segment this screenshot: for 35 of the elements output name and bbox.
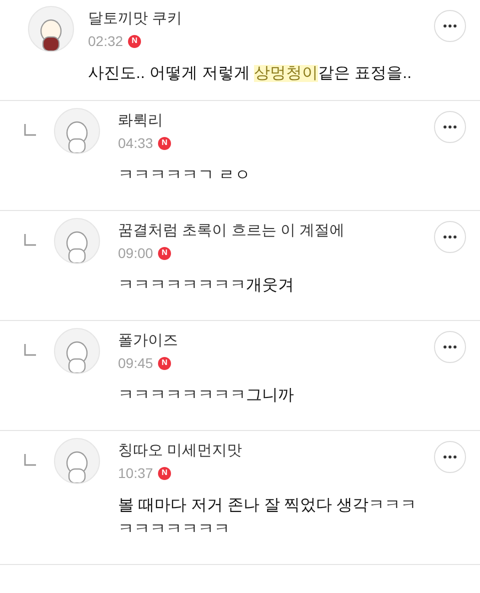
author-name[interactable]: 칭따오 미세먼지맛 [118,440,430,462]
avatar [54,438,100,484]
new-badge: N [128,34,142,48]
new-badge: N [158,246,172,260]
avatar [54,108,100,154]
more-icon [443,345,457,349]
comment-text: ㅋㅋㅋㅋㅋㅋㅋㅋ개웃겨 [118,276,295,296]
comment-time: 02:32 [88,32,124,50]
new-badge: N [158,466,172,480]
avatar [54,218,100,264]
author-name[interactable]: 폴가이즈 [118,330,430,352]
more-icon [443,235,457,239]
comment-time: 09:45 [118,354,154,372]
more-options-button[interactable] [434,10,466,42]
more-icon [443,24,457,28]
comment-time: 10:37 [118,464,154,482]
avatar [54,328,100,374]
more-options-button[interactable] [434,441,466,473]
more-icon [443,455,457,459]
comment-time: 04:33 [118,134,154,152]
new-badge: N [158,136,172,150]
more-options-button[interactable] [434,331,466,363]
more-options-button[interactable] [434,111,466,143]
new-badge: N [158,356,172,370]
comment-text: 사진도.. 어떻게 저렇게 상멍청이 같은 표정을.. [88,64,413,84]
author-name[interactable]: 꿈결처럼 초록이 흐르는 이 계절에 [118,220,430,242]
avatar [28,6,74,52]
more-options-button[interactable] [434,221,466,253]
comment-text: ㅋㅋㅋㅋㅋㅋㅋㅋ그니까 [118,386,295,406]
comment-time: 09:00 [118,244,154,262]
author-name[interactable]: 달토끼맛 쿠키 [88,8,430,30]
comment-text: ㅋㅋㅋㅋㅋㄱ ㄹㅇ [118,166,252,186]
comment-text: 볼 때마다 저거 존나 잘 찍었다 생각ㅋㅋㅋㅋㅋㅋㅋㅋㅋㅋ [118,496,418,540]
author-name[interactable]: 롸뤽리 [118,110,430,132]
more-icon [443,125,457,129]
